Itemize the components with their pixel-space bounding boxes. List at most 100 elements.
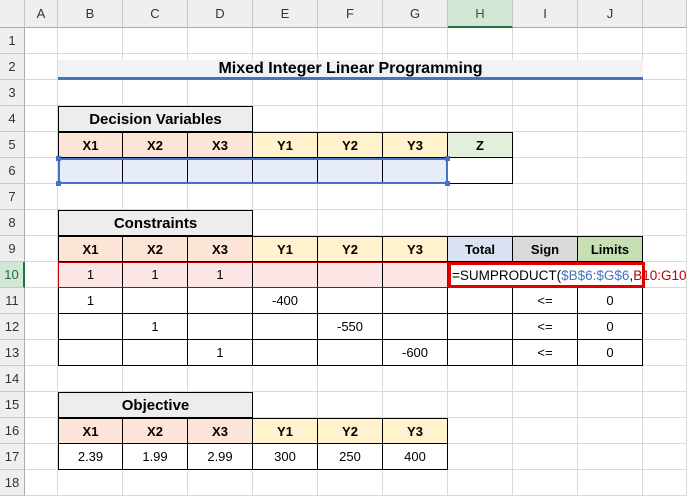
grid-cell[interactable] bbox=[383, 106, 448, 132]
row-header-4[interactable]: 4 bbox=[0, 106, 25, 132]
grid-cell[interactable] bbox=[318, 28, 383, 54]
grid-cell[interactable] bbox=[578, 158, 643, 184]
grid-cell[interactable] bbox=[643, 470, 687, 496]
grid-cell[interactable] bbox=[383, 470, 448, 496]
column-header-j[interactable]: J bbox=[578, 0, 643, 28]
constraint-cell[interactable] bbox=[58, 340, 123, 366]
grid-cell[interactable] bbox=[253, 28, 318, 54]
column-header-g[interactable]: G bbox=[383, 0, 448, 28]
constraint-cell[interactable] bbox=[123, 340, 188, 366]
constraint-cell[interactable]: -400 bbox=[253, 288, 318, 314]
grid-cell[interactable] bbox=[578, 28, 643, 54]
grid-cell[interactable] bbox=[643, 132, 687, 158]
column-header-k[interactable] bbox=[643, 0, 687, 28]
grid-cell[interactable] bbox=[448, 470, 513, 496]
grid-cell[interactable] bbox=[123, 28, 188, 54]
decision-cell-x2[interactable] bbox=[123, 158, 188, 184]
grid-cell[interactable] bbox=[383, 80, 448, 106]
grid-cell[interactable] bbox=[643, 158, 687, 184]
decision-cell-y2[interactable] bbox=[318, 158, 383, 184]
row-header-10[interactable]: 10 bbox=[0, 262, 25, 288]
decision-cell-x1[interactable] bbox=[58, 158, 123, 184]
grid-cell[interactable] bbox=[513, 470, 578, 496]
grid-cell[interactable] bbox=[643, 28, 687, 54]
grid-cell[interactable] bbox=[448, 106, 513, 132]
column-header-d[interactable]: D bbox=[188, 0, 253, 28]
grid-cell[interactable] bbox=[448, 366, 513, 392]
select-all-corner[interactable] bbox=[0, 0, 25, 28]
grid-cell[interactable] bbox=[25, 28, 58, 54]
row-header-16[interactable]: 16 bbox=[0, 418, 25, 444]
decision-cell-z[interactable] bbox=[448, 158, 513, 184]
constraint-cell[interactable] bbox=[318, 288, 383, 314]
grid-cell[interactable] bbox=[578, 132, 643, 158]
grid-cell[interactable] bbox=[643, 236, 687, 262]
constraint-cell[interactable]: 1 bbox=[188, 262, 253, 288]
grid-cell[interactable] bbox=[643, 444, 687, 470]
row-header-12[interactable]: 12 bbox=[0, 314, 25, 340]
grid-cell[interactable] bbox=[643, 366, 687, 392]
grid-cell[interactable] bbox=[643, 54, 687, 80]
grid-cell[interactable] bbox=[513, 106, 578, 132]
grid-cell[interactable] bbox=[448, 210, 513, 236]
grid-cell[interactable] bbox=[448, 444, 513, 470]
row-header-6[interactable]: 6 bbox=[0, 158, 25, 184]
row-header-3[interactable]: 3 bbox=[0, 80, 25, 106]
grid-cell[interactable] bbox=[513, 366, 578, 392]
grid-cell[interactable] bbox=[188, 184, 253, 210]
grid-cell[interactable] bbox=[25, 288, 58, 314]
constraint-cell[interactable]: <= bbox=[513, 288, 578, 314]
constraint-cell[interactable]: 1 bbox=[123, 314, 188, 340]
column-header-c[interactable]: C bbox=[123, 0, 188, 28]
constraint-cell[interactable]: -550 bbox=[318, 314, 383, 340]
constraint-cell[interactable] bbox=[383, 288, 448, 314]
constraint-cell[interactable]: 0 bbox=[578, 340, 643, 366]
grid-cell[interactable] bbox=[318, 210, 383, 236]
grid-cell[interactable] bbox=[123, 184, 188, 210]
constraint-cell[interactable] bbox=[188, 288, 253, 314]
objective-value-x2[interactable]: 1.99 bbox=[123, 444, 188, 470]
row-header-2[interactable]: 2 bbox=[0, 54, 25, 80]
grid-cell[interactable] bbox=[643, 184, 687, 210]
column-header-f[interactable]: F bbox=[318, 0, 383, 28]
constraint-cell[interactable]: 1 bbox=[188, 340, 253, 366]
grid-cell[interactable] bbox=[25, 418, 58, 444]
objective-value-y1[interactable]: 300 bbox=[253, 444, 318, 470]
constraint-cell[interactable] bbox=[58, 314, 123, 340]
grid-cell[interactable] bbox=[643, 392, 687, 418]
grid-cell[interactable] bbox=[25, 158, 58, 184]
grid-cell[interactable] bbox=[25, 132, 58, 158]
spreadsheet[interactable]: Mixed Integer Linear Programming Decisio… bbox=[0, 0, 687, 501]
row-header-1[interactable]: 1 bbox=[0, 28, 25, 54]
constraint-cell[interactable] bbox=[448, 340, 513, 366]
constraint-cell[interactable]: 1 bbox=[58, 262, 123, 288]
objective-value-y3[interactable]: 400 bbox=[383, 444, 448, 470]
grid-cell[interactable] bbox=[383, 210, 448, 236]
constraint-cell[interactable]: <= bbox=[513, 314, 578, 340]
constraint-cell[interactable]: -600 bbox=[383, 340, 448, 366]
grid-cell[interactable] bbox=[58, 28, 123, 54]
decision-cell-y3[interactable] bbox=[383, 158, 448, 184]
grid-cell[interactable] bbox=[123, 470, 188, 496]
row-header-9[interactable]: 9 bbox=[0, 236, 25, 262]
grid-cell[interactable] bbox=[578, 392, 643, 418]
column-header-h[interactable]: H bbox=[448, 0, 513, 28]
grid-cell[interactable] bbox=[513, 28, 578, 54]
objective-value-y2[interactable]: 250 bbox=[318, 444, 383, 470]
grid-cell[interactable] bbox=[25, 366, 58, 392]
constraint-cell[interactable]: 1 bbox=[58, 288, 123, 314]
objective-value-x3[interactable]: 2.99 bbox=[188, 444, 253, 470]
grid-cell[interactable] bbox=[448, 184, 513, 210]
grid-cell[interactable] bbox=[253, 80, 318, 106]
grid-cell[interactable] bbox=[448, 80, 513, 106]
grid-cell[interactable] bbox=[318, 392, 383, 418]
grid-cell[interactable] bbox=[58, 80, 123, 106]
row-header-7[interactable]: 7 bbox=[0, 184, 25, 210]
grid-cell[interactable] bbox=[513, 418, 578, 444]
row-header-14[interactable]: 14 bbox=[0, 366, 25, 392]
row-header-11[interactable]: 11 bbox=[0, 288, 25, 314]
grid-cell[interactable] bbox=[318, 80, 383, 106]
grid-cell[interactable] bbox=[643, 418, 687, 444]
column-header-e[interactable]: E bbox=[253, 0, 318, 28]
grid-cell[interactable] bbox=[513, 392, 578, 418]
